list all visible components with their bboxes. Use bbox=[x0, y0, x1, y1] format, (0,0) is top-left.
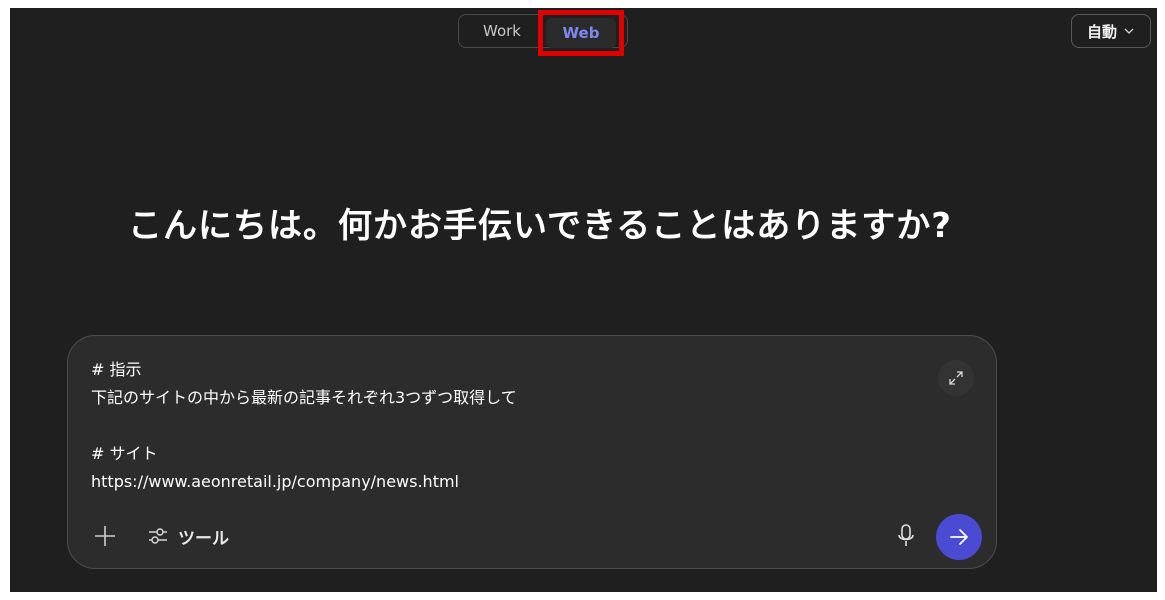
auto-model-label: 自動 bbox=[1086, 22, 1117, 41]
chevron-down-icon bbox=[1124, 28, 1134, 34]
expand-icon bbox=[949, 371, 963, 385]
expand-button[interactable] bbox=[938, 360, 974, 396]
sliders-icon bbox=[149, 528, 167, 544]
tools-label: ツール bbox=[178, 528, 229, 549]
prompt-composer[interactable]: # 指示 下記のサイトの中から最新の記事それぞれ3つずつ取得して # サイト h… bbox=[67, 335, 997, 569]
app-window: Work Web 自動 こんにちは。何かお手伝いできることはありますか? # 指… bbox=[10, 8, 1157, 592]
plus-icon bbox=[95, 526, 115, 546]
prompt-input[interactable]: # 指示 下記のサイトの中から最新の記事それぞれ3つずつ取得して # サイト h… bbox=[91, 356, 911, 496]
auto-model-dropdown[interactable]: 自動 bbox=[1071, 14, 1151, 48]
greeting-heading: こんにちは。何かお手伝いできることはありますか? bbox=[127, 206, 953, 246]
send-button[interactable] bbox=[936, 514, 982, 560]
mode-work-button[interactable]: Work bbox=[459, 15, 545, 47]
tools-button[interactable]: ツール bbox=[146, 522, 229, 550]
microphone-icon bbox=[898, 524, 914, 546]
mode-web-button[interactable]: Web bbox=[546, 18, 616, 48]
add-attachment-button[interactable] bbox=[92, 523, 118, 549]
voice-input-button[interactable] bbox=[892, 522, 920, 550]
arrow-right-icon bbox=[950, 529, 968, 545]
